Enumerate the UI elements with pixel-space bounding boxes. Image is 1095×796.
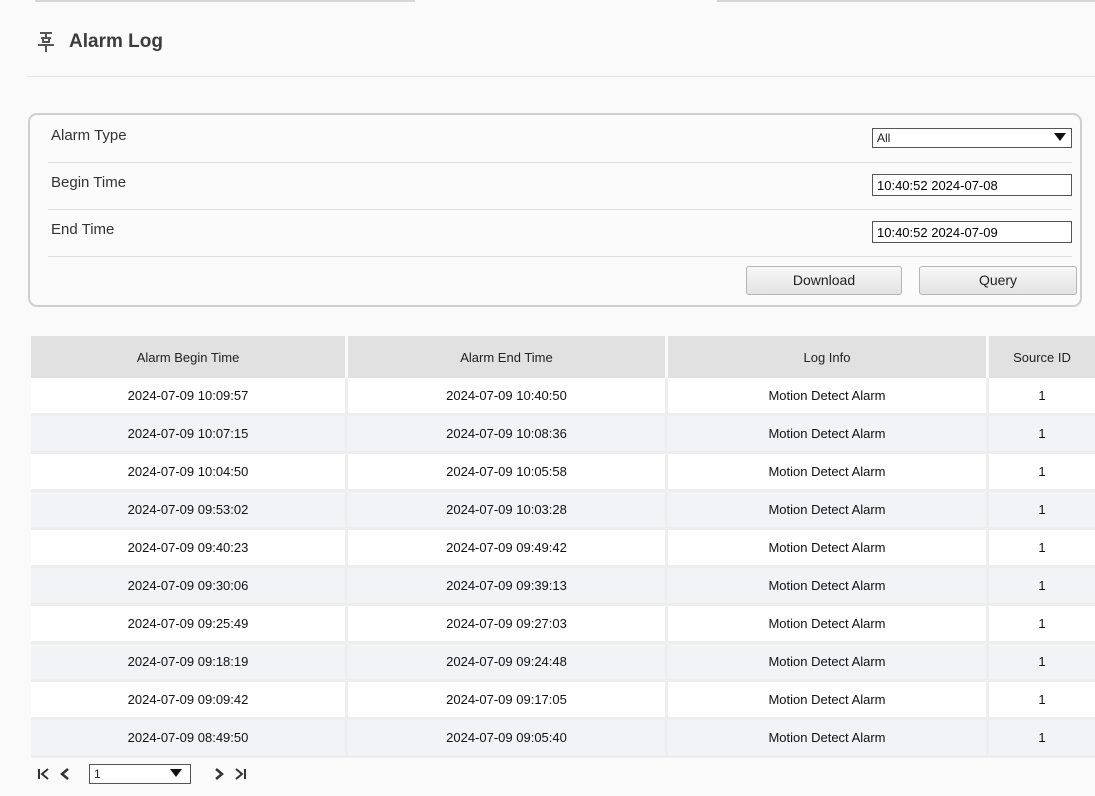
cell-alarm-end-time: 2024-07-09 09:39:13 — [348, 568, 668, 606]
pagination: 1 — [35, 762, 249, 786]
query-button[interactable]: Query — [919, 266, 1077, 295]
column-header-alarm-begin-time: Alarm Begin Time — [31, 336, 348, 378]
alarm-type-select[interactable]: All — [872, 128, 1072, 148]
cell-alarm-begin-time: 2024-07-09 08:49:50 — [31, 720, 348, 758]
cell-source-id: 1 — [989, 606, 1095, 644]
cell-alarm-begin-time: 2024-07-09 09:53:02 — [31, 492, 348, 530]
top-divider — [0, 0, 1095, 10]
cell-source-id: 1 — [989, 378, 1095, 416]
cell-alarm-begin-time: 2024-07-09 09:09:42 — [31, 682, 348, 720]
end-time-label: End Time — [51, 221, 115, 238]
alarm-log-table: Alarm Begin Time Alarm End Time Log Info… — [31, 336, 1095, 758]
cell-alarm-end-time: 2024-07-09 09:17:05 — [348, 682, 668, 720]
table-row: 2024-07-09 09:30:06 2024-07-09 09:39:13 … — [31, 568, 1095, 606]
cell-alarm-begin-time: 2024-07-09 09:40:23 — [31, 530, 348, 568]
table-row: 2024-07-09 10:09:57 2024-07-09 10:40:50 … — [31, 378, 1095, 416]
alarm-type-row: Alarm Type All — [48, 115, 1072, 163]
first-page-button[interactable] — [35, 764, 55, 784]
table-row: 2024-07-09 09:40:23 2024-07-09 09:49:42 … — [31, 530, 1095, 568]
alarm-type-value: All — [877, 131, 891, 145]
cell-alarm-begin-time: 2024-07-09 09:30:06 — [31, 568, 348, 606]
cell-alarm-begin-time: 2024-07-09 10:07:15 — [31, 416, 348, 454]
cell-alarm-end-time: 2024-07-09 10:08:36 — [348, 416, 668, 454]
table-row: 2024-07-09 09:25:49 2024-07-09 09:27:03 … — [31, 606, 1095, 644]
cell-alarm-begin-time: 2024-07-09 10:04:50 — [31, 454, 348, 492]
cell-alarm-end-time: 2024-07-09 09:24:48 — [348, 644, 668, 682]
table-row: 2024-07-09 10:07:15 2024-07-09 10:08:36 … — [31, 416, 1095, 454]
first-page-icon — [38, 768, 49, 780]
cell-log-info: Motion Detect Alarm — [668, 644, 989, 682]
column-header-alarm-end-time: Alarm End Time — [348, 336, 668, 378]
cell-alarm-begin-time: 2024-07-09 09:25:49 — [31, 606, 348, 644]
cell-source-id: 1 — [989, 568, 1095, 606]
chevron-left-icon — [60, 768, 69, 780]
alarm-type-label: Alarm Type — [51, 127, 127, 144]
begin-time-row: Begin Time — [48, 162, 1072, 210]
dropdown-arrow-icon — [170, 769, 182, 777]
cell-log-info: Motion Detect Alarm — [668, 606, 989, 644]
cell-alarm-begin-time: 2024-07-09 10:09:57 — [31, 378, 348, 416]
table-row: 2024-07-09 10:04:50 2024-07-09 10:05:58 … — [31, 454, 1095, 492]
cell-source-id: 1 — [989, 454, 1095, 492]
page-header: Alarm Log — [35, 22, 163, 62]
last-page-button[interactable] — [229, 764, 249, 784]
table-row: 2024-07-09 09:53:02 2024-07-09 10:03:28 … — [31, 492, 1095, 530]
cell-source-id: 1 — [989, 720, 1095, 758]
cell-source-id: 1 — [989, 644, 1095, 682]
cell-alarm-end-time: 2024-07-09 09:05:40 — [348, 720, 668, 758]
cell-log-info: Motion Detect Alarm — [668, 720, 989, 758]
cell-alarm-end-time: 2024-07-09 09:49:42 — [348, 530, 668, 568]
table-header-row: Alarm Begin Time Alarm End Time Log Info… — [31, 336, 1095, 378]
cell-log-info: Motion Detect Alarm — [668, 454, 989, 492]
column-header-log-info: Log Info — [668, 336, 989, 378]
cell-alarm-end-time: 2024-07-09 10:03:28 — [348, 492, 668, 530]
download-button[interactable]: Download — [746, 266, 902, 295]
cell-alarm-end-time: 2024-07-09 10:05:58 — [348, 454, 668, 492]
table-row: 2024-07-09 09:18:19 2024-07-09 09:24:48 … — [31, 644, 1095, 682]
cell-source-id: 1 — [989, 416, 1095, 454]
cell-source-id: 1 — [989, 530, 1095, 568]
page-select-value: 1 — [94, 767, 101, 781]
end-time-row: End Time — [48, 209, 1072, 257]
begin-time-label: Begin Time — [51, 174, 127, 191]
cell-source-id: 1 — [989, 682, 1095, 720]
table-row: 2024-07-09 09:09:42 2024-07-09 09:17:05 … — [31, 682, 1095, 720]
cell-alarm-end-time: 2024-07-09 09:27:03 — [348, 606, 668, 644]
begin-time-input[interactable] — [872, 174, 1072, 196]
alarm-log-icon — [35, 29, 59, 55]
cell-source-id: 1 — [989, 492, 1095, 530]
filter-panel: Alarm Type All Begin Time End Time Downl… — [28, 113, 1082, 307]
cell-log-info: Motion Detect Alarm — [668, 682, 989, 720]
next-page-button[interactable] — [209, 764, 229, 784]
cell-log-info: Motion Detect Alarm — [668, 530, 989, 568]
page-select[interactable]: 1 — [89, 764, 191, 784]
chevron-right-icon — [215, 768, 224, 780]
prev-page-button[interactable] — [55, 764, 75, 784]
end-time-input[interactable] — [872, 221, 1072, 243]
page-title: Alarm Log — [69, 31, 163, 52]
last-page-icon — [235, 768, 246, 780]
dropdown-arrow-icon — [1054, 133, 1066, 141]
cell-log-info: Motion Detect Alarm — [668, 492, 989, 530]
cell-alarm-end-time: 2024-07-09 10:40:50 — [348, 378, 668, 416]
header-divider — [27, 76, 1095, 77]
cell-log-info: Motion Detect Alarm — [668, 568, 989, 606]
column-header-source-id: Source ID — [989, 336, 1095, 378]
cell-log-info: Motion Detect Alarm — [668, 416, 989, 454]
cell-alarm-begin-time: 2024-07-09 09:18:19 — [31, 644, 348, 682]
cell-log-info: Motion Detect Alarm — [668, 378, 989, 416]
table-row: 2024-07-09 08:49:50 2024-07-09 09:05:40 … — [31, 720, 1095, 758]
